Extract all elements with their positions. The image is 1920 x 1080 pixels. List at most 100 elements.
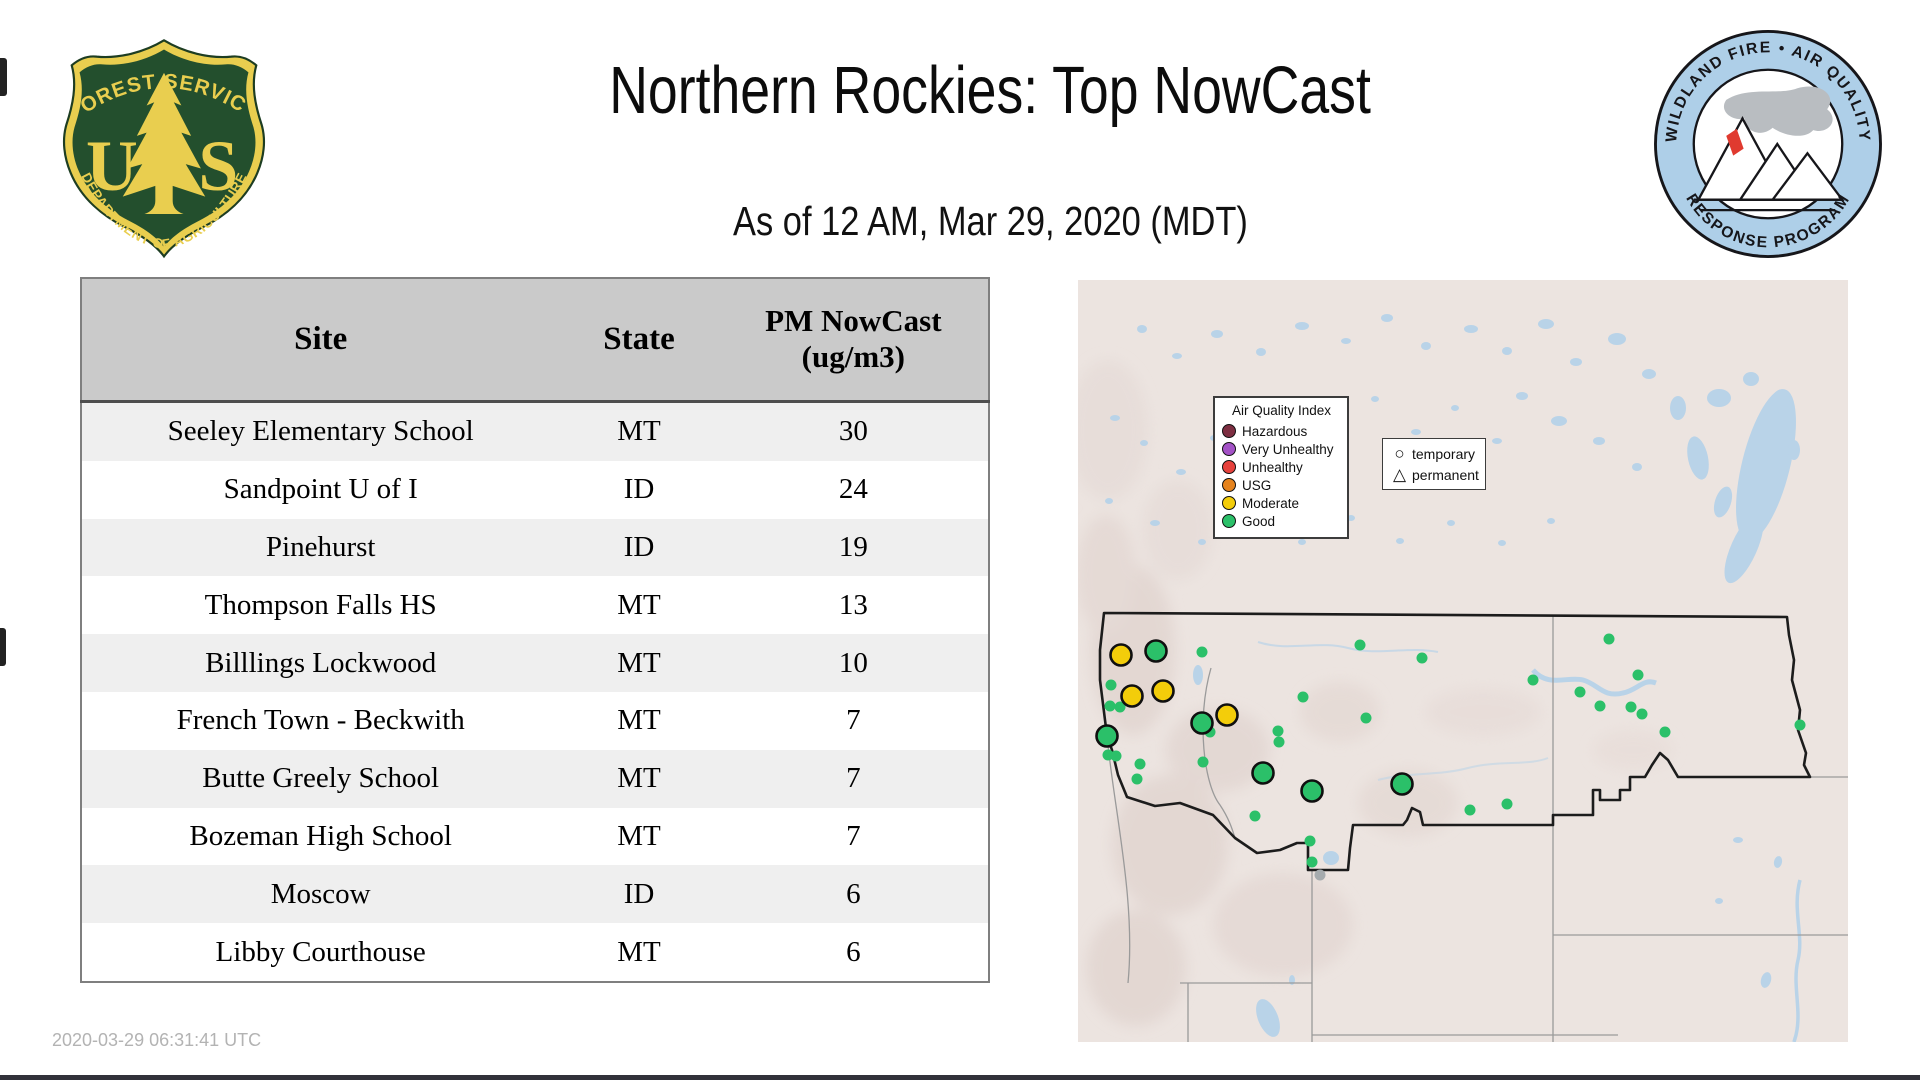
permanent-monitor-dot [1594, 700, 1606, 712]
permanent-monitor-dot [1625, 701, 1637, 713]
temporary-monitor-circle [1190, 711, 1214, 735]
value-cell: 13 [838, 588, 868, 621]
permanent-monitor-dot [1632, 669, 1644, 681]
permanent-monitor-dot [1297, 691, 1309, 703]
page-title: Northern Rockies: Top NowCast [609, 53, 1371, 128]
temporary-monitor-circle [1109, 643, 1133, 667]
aqi-color-dot [1222, 442, 1236, 456]
state-cell: ID [623, 473, 655, 506]
value-cell: 7 [846, 704, 861, 737]
permanent-monitor-dot [1196, 646, 1208, 658]
temporary-circle-icon: ○ [1394, 444, 1405, 463]
permanent-monitor-dot [1110, 750, 1122, 762]
aqi-legend-item: Moderate [1222, 494, 1341, 512]
temporary-monitor-circle [1251, 761, 1275, 785]
table-row: Libby Courthouse MT 6 [81, 923, 989, 982]
permanent-monitor-dot [1249, 810, 1261, 822]
permanent-monitor-dot [1464, 804, 1476, 816]
state-cell: MT [617, 819, 661, 852]
state-cell: MT [617, 935, 661, 968]
table-row: Butte Greely School MT 7 [81, 749, 989, 808]
state-cell: ID [623, 530, 655, 563]
site-cell: Butte Greely School [202, 762, 440, 795]
map-canvas [1078, 280, 1848, 1042]
permanent-triangle-icon: △ [1392, 465, 1407, 484]
permanent-monitor-dot [1603, 633, 1615, 645]
permanent-monitor-dot [1636, 708, 1648, 720]
aqi-legend-item: USG [1222, 476, 1341, 494]
state-cell: MT [617, 704, 661, 737]
aqi-color-dot [1222, 424, 1236, 438]
table-body: Seeley Elementary School MT 30 Sandpoint U … [81, 401, 989, 982]
permanent-monitor-dot [1527, 674, 1539, 686]
site-cell: Pinehurst [265, 530, 376, 563]
site-cell: French Town - Beckwith [176, 704, 465, 737]
permanent-monitor-dot [1131, 773, 1143, 785]
usfs-logo: FOREST SERVICE DEPARTMENT OF AGRICULTURE… [55, 36, 266, 259]
table-row: Bozeman High School MT 7 [81, 807, 989, 866]
temporary-monitor-circle [1300, 779, 1324, 803]
permanent-monitor-dot [1659, 726, 1671, 738]
map-background [1078, 280, 1848, 1042]
permanent-monitor-dot [1197, 756, 1209, 768]
aqi-color-dot [1222, 514, 1236, 528]
permanent-monitor-dot [1794, 719, 1806, 731]
temporary-monitor-circle [1390, 772, 1414, 796]
page-subtitle: As of 12 AM, Mar 29, 2020 (MDT) [732, 198, 1248, 244]
permanent-monitor-dot [1574, 686, 1586, 698]
table-row: Seeley Elementary School MT 30 [81, 401, 989, 461]
state-cell: ID [623, 877, 655, 910]
table-row: Moscow ID 6 [81, 865, 989, 924]
permanent-monitor-dot [1304, 835, 1316, 847]
site-cell: Bozeman High School [189, 819, 452, 852]
aqi-legend-label: Good [1242, 513, 1276, 529]
temporary-monitor-circle [1120, 684, 1144, 708]
aqi-color-dot [1222, 460, 1236, 474]
permanent-legend-row: △ permanent [1391, 464, 1485, 485]
aqi-color-dot [1222, 496, 1236, 510]
permanent-label: permanent [1412, 466, 1479, 483]
aqi-legend-title: Air Quality Index [1231, 403, 1332, 418]
permanent-monitor-dot [1314, 869, 1326, 881]
value-cell: 7 [846, 762, 861, 795]
aqi-legend-label: USG [1242, 477, 1272, 493]
value-cell: 6 [846, 935, 861, 968]
value-cell: 10 [838, 646, 868, 679]
temporary-label: temporary [1412, 445, 1476, 462]
permanent-monitor-dot [1416, 652, 1428, 664]
aqi-legend-item: Very Unhealthy [1222, 440, 1341, 458]
table-header-row: Site State PM NowCast (ug/m3) [81, 278, 989, 403]
state-cell: MT [617, 588, 661, 621]
aqi-legend-label: Hazardous [1242, 423, 1308, 439]
permanent-monitor-dot [1104, 700, 1116, 712]
dashboard-page: FOREST SERVICE DEPARTMENT OF AGRICULTURE… [0, 0, 1920, 1080]
page-edge-artifact [0, 628, 6, 666]
table-row: Sandpoint U of I ID 24 [81, 460, 989, 519]
aqi-legend-item: Unhealthy [1222, 458, 1341, 476]
column-header-pm-nowcast: PM NowCast (ug/m3) [718, 278, 989, 403]
site-cell: Billlings Lockwood [205, 646, 437, 679]
permanent-monitor-dot [1354, 639, 1366, 651]
monitor-map: Air Quality Index Hazardous Very Unhealth… [1078, 280, 1848, 1042]
table-row: Billlings Lockwood MT 10 [81, 634, 989, 692]
generated-timestamp: 2020-03-29 06:31:41 UTC [52, 1030, 262, 1050]
value-cell: 24 [838, 473, 868, 506]
site-cell: Sandpoint U of I [223, 473, 418, 506]
permanent-monitor-dot [1273, 736, 1285, 748]
temporary-monitor-circle [1215, 703, 1239, 727]
value-cell: 19 [838, 530, 868, 563]
permanent-monitor-dot [1272, 725, 1284, 737]
table-row: Pinehurst ID 19 [81, 518, 989, 577]
marker-type-legend: ○ temporary △ permanent [1382, 438, 1486, 490]
value-cell: 7 [846, 819, 861, 852]
temporary-monitor-circle [1151, 679, 1175, 703]
permanent-monitor-dot [1501, 798, 1513, 810]
site-cell: Seeley Elementary School [167, 415, 474, 448]
state-cell: MT [617, 646, 661, 679]
page-edge-artifact [0, 58, 7, 96]
permanent-monitor-dot [1306, 856, 1318, 868]
aqi-legend-label: Unhealthy [1242, 459, 1303, 475]
table-row: French Town - Beckwith MT 7 [81, 691, 989, 750]
usfs-letter-s: S [198, 127, 238, 206]
temporary-monitor-circle [1144, 639, 1168, 663]
